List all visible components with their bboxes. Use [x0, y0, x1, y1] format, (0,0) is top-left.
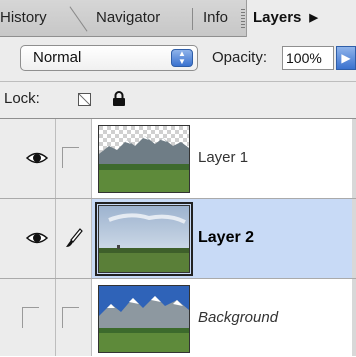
tab-navigator[interactable]: Navigator	[96, 0, 186, 36]
mountains-transparent-sky-icon	[98, 125, 190, 193]
visibility-cell[interactable]	[16, 199, 56, 278]
lock-label: Lock:	[4, 90, 40, 107]
lock-transparency-checkbox[interactable]	[78, 93, 91, 106]
opacity-field[interactable]: 100%	[282, 46, 334, 70]
list-scroll-edge	[352, 119, 356, 198]
blend-mode-select[interactable]: Normal ▲ ▼	[20, 45, 198, 71]
row-gutter	[0, 199, 16, 278]
tab-info[interactable]: Info	[203, 0, 243, 36]
layers-list: Layer 1 Layer 2 Background	[0, 119, 356, 356]
eye-icon[interactable]	[26, 229, 48, 247]
layer-name[interactable]: Layer 2	[198, 199, 254, 277]
blend-opacity-row: Normal ▲ ▼ Opacity: 100% ▶	[0, 37, 356, 82]
list-scroll-edge	[352, 199, 356, 278]
tab-grip-icon[interactable]	[241, 9, 245, 29]
empty-link-box-icon	[62, 307, 79, 328]
layer-row[interactable]: Layer 1	[0, 119, 356, 199]
list-scroll-edge	[352, 279, 356, 356]
empty-link-box-icon	[62, 147, 79, 168]
tab-divider	[192, 8, 193, 30]
link-cell[interactable]	[56, 279, 92, 356]
link-cell[interactable]	[56, 199, 92, 278]
palette-tab-bar: History Navigator Info Layers ▶	[0, 0, 356, 37]
lock-row: Lock:	[0, 82, 356, 119]
blend-mode-value: Normal	[33, 49, 82, 66]
tab-divider	[69, 6, 88, 32]
row-gutter	[0, 119, 16, 198]
layers-palette: History Navigator Info Layers ▶ Normal ▲ ▼…	[0, 0, 356, 356]
tab-layers[interactable]: Layers ▶	[246, 0, 356, 37]
visibility-cell[interactable]	[16, 279, 56, 356]
lock-icon[interactable]	[112, 91, 126, 107]
visibility-cell[interactable]	[16, 119, 56, 198]
empty-eye-box-icon	[22, 307, 39, 328]
paintbrush-icon	[66, 228, 83, 247]
row-gutter	[0, 279, 16, 356]
tab-history[interactable]: History	[0, 0, 66, 36]
palette-menu-arrow-icon[interactable]: ▶	[309, 0, 317, 36]
updown-arrows-icon[interactable]: ▲ ▼	[171, 49, 193, 67]
layer-main[interactable]: Background	[92, 279, 356, 356]
opacity-slider-arrow-icon[interactable]: ▶	[336, 46, 356, 70]
eye-icon[interactable]	[26, 149, 48, 167]
layer-row-selected[interactable]: Layer 2	[0, 199, 356, 279]
layer-row[interactable]: Background	[0, 279, 356, 356]
layer-name[interactable]: Background	[198, 279, 278, 357]
field-sky-icon	[95, 202, 193, 276]
layer-name[interactable]: Layer 1	[198, 119, 248, 197]
mountains-blue-sky-icon	[98, 285, 190, 353]
layer-main[interactable]: Layer 2	[92, 199, 356, 278]
layer-main[interactable]: Layer 1	[92, 119, 356, 198]
link-cell[interactable]	[56, 119, 92, 198]
tab-layers-label: Layers	[253, 9, 302, 26]
opacity-label: Opacity:	[212, 49, 268, 66]
